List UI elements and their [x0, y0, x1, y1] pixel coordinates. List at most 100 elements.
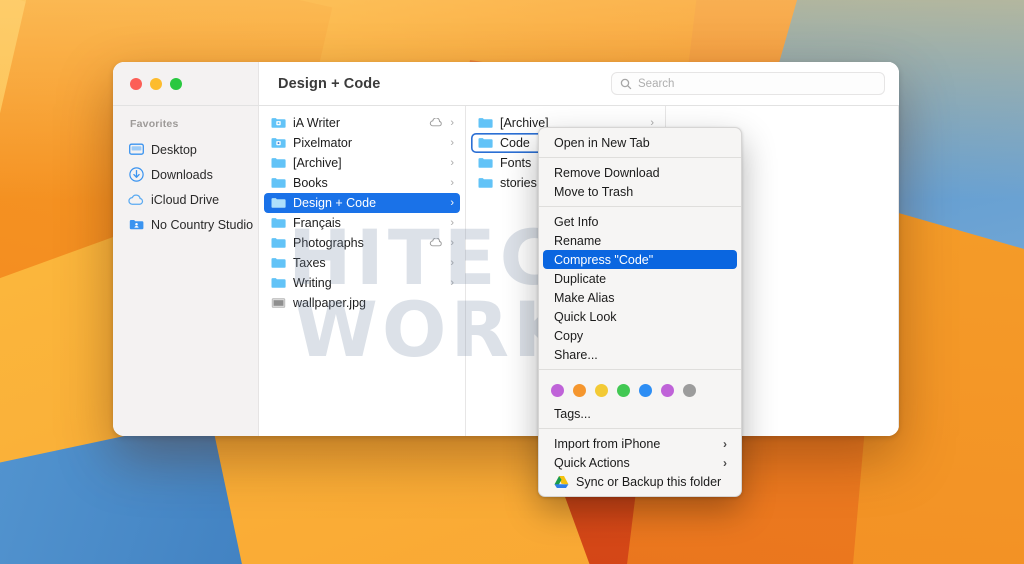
list-item-selected[interactable]: Design + Code › [264, 193, 460, 213]
finder-window: Design + Code Search Favorites Desktop D… [113, 62, 899, 436]
chevron-right-icon: › [450, 236, 454, 249]
list-item-label: Books [293, 176, 328, 190]
context-menu: Open in New Tab Remove Download Move to … [538, 127, 742, 497]
list-item-label: Taxes [293, 256, 326, 270]
download-icon [128, 167, 144, 183]
menu-item-remove-download[interactable]: Remove Download [543, 163, 737, 182]
list-item-label: wallpaper.jpg [293, 296, 366, 310]
list-item[interactable]: Writing › [264, 273, 460, 293]
menu-item-label: Quick Actions [554, 455, 630, 470]
chevron-right-icon: › [450, 276, 454, 289]
menu-item-label: Compress "Code" [554, 252, 654, 267]
menu-item-label: Remove Download [554, 165, 660, 180]
menu-item-label: Import from iPhone [554, 436, 661, 451]
list-item[interactable]: Books › [264, 173, 460, 193]
sidebar-item-label: iCloud Drive [151, 192, 220, 207]
list-item[interactable]: Photographs › [264, 233, 460, 253]
folder-icon [271, 257, 286, 269]
sidebar-item-downloads[interactable]: Downloads [113, 162, 258, 187]
menu-item-quick-actions[interactable]: Quick Actions › [543, 453, 737, 472]
list-item-label: iA Writer [293, 116, 340, 130]
tag-color-swatches [539, 375, 741, 404]
menu-item-label: Tags... [554, 406, 591, 421]
sidebar-item-desktop[interactable]: Desktop [113, 137, 258, 162]
tag-color-purple[interactable] [551, 384, 564, 397]
menu-item-sync-or-backup[interactable]: Sync or Backup this folder [543, 472, 737, 491]
list-item[interactable]: [Archive] › [264, 153, 460, 173]
minimize-button[interactable] [150, 77, 162, 90]
sidebar-item-icloud-drive[interactable]: iCloud Drive [113, 187, 258, 212]
search-input[interactable]: Search [611, 72, 885, 95]
traffic-lights [130, 77, 182, 90]
menu-item-import-from-iphone[interactable]: Import from iPhone › [543, 434, 737, 453]
cloud-icon [429, 236, 443, 250]
folder-icon [271, 277, 286, 289]
menu-item-compress[interactable]: Compress "Code" [543, 250, 737, 269]
window-body: Favorites Desktop Downloads iCloud Drive… [113, 106, 899, 436]
menu-item-move-to-trash[interactable]: Move to Trash [543, 182, 737, 201]
list-item-label: [Archive] [293, 156, 342, 170]
folder-icon [478, 157, 493, 169]
tag-color-yellow[interactable] [595, 384, 608, 397]
menu-item-label: Get Info [554, 214, 599, 229]
page-title: Design + Code [278, 75, 381, 92]
google-drive-icon [554, 475, 569, 489]
search-placeholder: Search [638, 77, 675, 90]
menu-item-share[interactable]: Share... [543, 345, 737, 364]
list-item-label: Photographs [293, 236, 364, 250]
menu-item-label: Move to Trash [554, 184, 634, 199]
menu-item-label: Open in New Tab [554, 135, 650, 150]
tag-color-magenta[interactable] [661, 384, 674, 397]
menu-item-make-alias[interactable]: Make Alias [543, 288, 737, 307]
menu-item-label: Copy [554, 328, 584, 343]
menu-separator [539, 428, 741, 429]
maximize-button[interactable] [170, 77, 182, 90]
sidebar-item-no-country-studio[interactable]: No Country Studio [113, 212, 258, 237]
cloud-icon [429, 116, 443, 130]
chevron-right-icon: › [450, 176, 454, 189]
sidebar: Favorites Desktop Downloads iCloud Drive… [113, 106, 259, 436]
menu-item-tags[interactable]: Tags... [543, 404, 737, 423]
list-item-label: Pixelmator [293, 136, 353, 150]
menu-item-open-in-new-tab[interactable]: Open in New Tab [543, 133, 737, 152]
list-item[interactable]: Pixelmator › [264, 133, 460, 153]
menu-item-duplicate[interactable]: Duplicate [543, 269, 737, 288]
folder-icon [271, 237, 286, 249]
column-one: iA Writer › Pixelmator › [Archive] › Boo… [259, 106, 466, 436]
window-titlebar: Design + Code Search [113, 62, 899, 106]
menu-item-get-info[interactable]: Get Info [543, 212, 737, 231]
titlebar-right: Design + Code Search [259, 62, 899, 105]
list-item[interactable]: wallpaper.jpg [264, 293, 460, 313]
menu-item-label: Rename [554, 233, 602, 248]
tag-color-gray[interactable] [683, 384, 696, 397]
chevron-right-icon: › [450, 216, 454, 229]
close-button[interactable] [130, 77, 142, 90]
sidebar-item-label: Downloads [151, 167, 213, 182]
menu-separator [539, 206, 741, 207]
titlebar-left [113, 62, 259, 105]
menu-item-rename[interactable]: Rename [543, 231, 737, 250]
cloud-icon [128, 192, 144, 208]
list-item[interactable]: Taxes › [264, 253, 460, 273]
submenu-arrow-icon: › [723, 455, 727, 470]
tag-color-orange[interactable] [573, 384, 586, 397]
desktop-wallpaper: Design + Code Search Favorites Desktop D… [0, 0, 1024, 564]
menu-item-quick-look[interactable]: Quick Look [543, 307, 737, 326]
folder-icon [478, 117, 493, 129]
menu-item-label: Duplicate [554, 271, 607, 286]
folder-icon [271, 177, 286, 189]
chevron-right-icon: › [450, 196, 454, 209]
folder-icon [478, 177, 493, 189]
app-folder-icon [271, 117, 286, 129]
list-item-label: Français [293, 216, 341, 230]
folder-icon [271, 217, 286, 229]
search-icon [620, 78, 632, 89]
menu-item-copy[interactable]: Copy [543, 326, 737, 345]
folder-user-icon [128, 217, 144, 233]
menu-item-label: Sync or Backup this folder [576, 474, 722, 489]
list-item[interactable]: iA Writer › [264, 113, 460, 133]
tag-color-blue[interactable] [639, 384, 652, 397]
list-item[interactable]: Français › [264, 213, 460, 233]
chevron-right-icon: › [450, 156, 454, 169]
tag-color-green[interactable] [617, 384, 630, 397]
